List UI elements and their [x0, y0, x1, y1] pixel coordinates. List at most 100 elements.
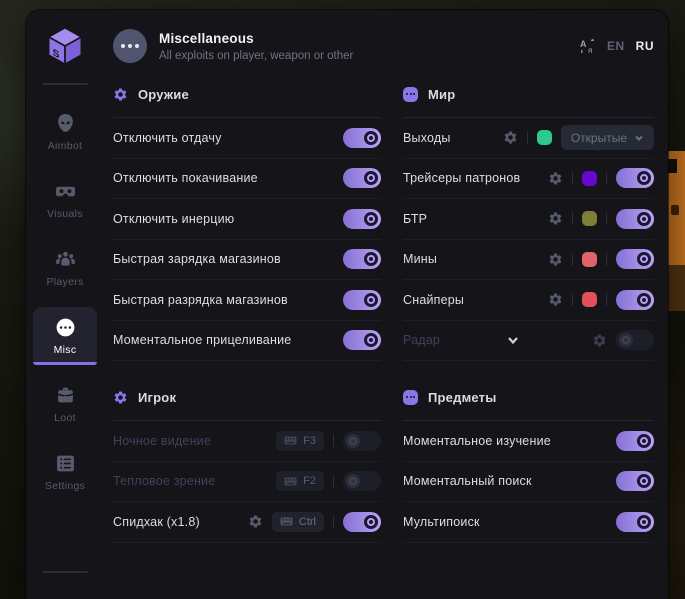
sidebar-divider [42, 571, 88, 573]
toggle[interactable] [616, 330, 654, 350]
divider [572, 212, 573, 225]
sidebar-item-misc[interactable]: Misc [33, 307, 97, 365]
gear-icon[interactable] [503, 130, 518, 145]
sidebar-item-visuals[interactable]: Visuals [33, 171, 97, 229]
feature-label: Ночное видение [113, 434, 211, 448]
page-title: Miscellaneous [159, 31, 353, 46]
toggle[interactable] [616, 290, 654, 310]
feature-row: Моментальный поиск [403, 462, 654, 503]
toggle[interactable] [343, 290, 381, 310]
sidebar-item-label: Players [46, 276, 83, 288]
exits-dropdown[interactable]: Открытые [561, 125, 654, 150]
toggle[interactable] [616, 431, 654, 451]
left-column: Оружие Отключить отдачу Отключить покачи… [113, 84, 381, 543]
divider [606, 253, 607, 266]
feature-row: Тепловое зрение F2 [113, 462, 381, 503]
feature-row: Отключить покачивание [113, 159, 381, 200]
cheat-menu-window: S G Aimbot Visuals Players Misc Loot Set… [26, 10, 668, 599]
divider [572, 172, 573, 185]
page-subtitle: All exploits on player, weapon or other [159, 50, 353, 62]
toggle[interactable] [616, 471, 654, 491]
gear-icon[interactable] [548, 171, 563, 186]
toggle[interactable] [343, 209, 381, 229]
gear-icon[interactable] [548, 252, 563, 267]
feature-row: Выходы Открытые [403, 118, 654, 159]
sidebar-divider [42, 83, 88, 85]
svg-text:S: S [53, 47, 60, 61]
feature-label: Радар [403, 333, 440, 347]
content-area: Miscellaneous All exploits on player, we… [104, 10, 668, 599]
sidebar-item-loot[interactable]: Loot [33, 375, 97, 433]
toggle[interactable] [343, 249, 381, 269]
right-column: Мир Выходы Открытые Трейсеры патрон [403, 84, 654, 543]
gear-icon [113, 87, 128, 102]
alien-icon [55, 113, 76, 134]
feature-label: Мультипоиск [403, 515, 480, 529]
feature-row: Снайперы [403, 280, 654, 321]
divider [606, 293, 607, 306]
page-header: Miscellaneous All exploits on player, we… [104, 10, 668, 78]
feature-row: Мультипоиск [403, 502, 654, 543]
hotkey-badge[interactable]: F2 [276, 471, 324, 491]
feature-label: Тепловое зрение [113, 474, 215, 488]
hotkey-badge[interactable]: Ctrl [272, 512, 324, 532]
toggle[interactable] [616, 512, 654, 532]
feature-label: Быстрая разрядка магазинов [113, 293, 288, 307]
color-swatch[interactable] [537, 130, 552, 145]
section-items: Предметы Моментальное изучение Моменталь… [403, 387, 654, 543]
feature-label: Отключить отдачу [113, 131, 222, 145]
feature-label: Отключить покачивание [113, 171, 258, 185]
toggle[interactable] [343, 431, 381, 451]
gear-icon[interactable] [548, 292, 563, 307]
feature-row: Моментальное прицеливание [113, 321, 381, 362]
toggle[interactable] [343, 471, 381, 491]
section-title: Мир [428, 87, 455, 102]
lang-en-button[interactable]: EN [607, 39, 625, 53]
game-background-orange-strip-dark [668, 265, 685, 311]
toggle[interactable] [343, 168, 381, 188]
gear-icon [113, 390, 128, 405]
keyboard-icon [280, 517, 293, 526]
feature-row: Ночное видение F3 [113, 421, 381, 462]
sidebar: S G Aimbot Visuals Players Misc Loot Set… [26, 10, 104, 599]
feature-label: Снайперы [403, 293, 464, 307]
toggle[interactable] [616, 249, 654, 269]
sidebar-item-settings[interactable]: Settings [33, 443, 97, 501]
ellipsis-icon [55, 317, 76, 338]
lang-ru-button[interactable]: RU [636, 39, 654, 53]
color-swatch[interactable] [582, 252, 597, 267]
toggle[interactable] [343, 512, 381, 532]
sidebar-item-aimbot[interactable]: Aimbot [33, 103, 97, 161]
toggle[interactable] [343, 330, 381, 350]
divider [606, 172, 607, 185]
section-title: Игрок [138, 390, 176, 405]
color-swatch[interactable] [582, 292, 597, 307]
divider [333, 475, 334, 488]
feature-row: Мины [403, 240, 654, 281]
sidebar-item-players[interactable]: Players [33, 239, 97, 297]
gear-icon[interactable] [548, 211, 563, 226]
divider [572, 253, 573, 266]
gear-icon[interactable] [248, 514, 263, 529]
divider [333, 434, 334, 447]
section-weapon: Оружие Отключить отдачу Отключить покачи… [113, 84, 381, 361]
selected-indicator [33, 362, 97, 365]
toggle[interactable] [616, 209, 654, 229]
color-swatch[interactable] [582, 171, 597, 186]
chevron-down-icon[interactable] [506, 333, 520, 347]
translate-icon: A я [579, 38, 596, 55]
feature-label: Мины [403, 252, 437, 266]
feature-label: Моментальное прицеливание [113, 333, 291, 347]
gear-icon[interactable] [592, 333, 607, 348]
section-title: Предметы [428, 390, 497, 405]
color-swatch[interactable] [582, 211, 597, 226]
hotkey-badge[interactable]: F3 [276, 431, 324, 451]
divider [333, 515, 334, 528]
toggle[interactable] [616, 168, 654, 188]
feature-row: Быстрая разрядка магазинов [113, 280, 381, 321]
toggle[interactable] [343, 128, 381, 148]
feature-row: Быстрая зарядка магазинов [113, 240, 381, 281]
game-background-orange-strip [668, 151, 685, 265]
feature-row: БТР [403, 199, 654, 240]
players-icon [55, 249, 76, 270]
